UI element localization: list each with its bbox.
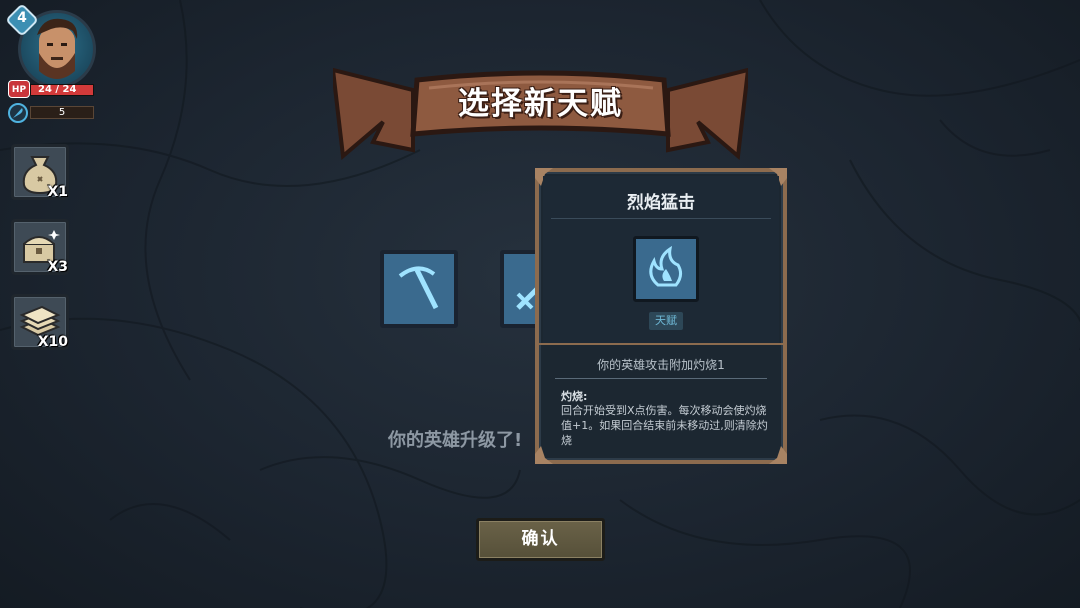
- talent-description: 你的英雄攻击附加灼烧1: [597, 358, 725, 372]
- inventory-slot-parchment[interactable]: X10: [11, 294, 69, 350]
- page-title: 选择新天赋: [458, 86, 623, 122]
- inventory-count: X10: [37, 334, 68, 350]
- hp-heart-icon: HP: [8, 80, 30, 98]
- confirm-button[interactable]: 确认: [476, 518, 605, 561]
- divider: [539, 343, 783, 345]
- divider: [551, 218, 771, 219]
- talent-type-tag: 天赋: [649, 312, 683, 330]
- keyword-title: 灼烧:: [561, 390, 588, 403]
- divider: [555, 378, 767, 379]
- talent-name: 烈焰猛击: [627, 193, 695, 213]
- hp-text: 24 / 24: [38, 84, 77, 95]
- inventory-count: X1: [47, 184, 68, 200]
- title-banner: 选择新天赋: [330, 60, 751, 170]
- talent-tooltip: 烈焰猛击 天赋 你的英雄攻击附加灼烧1 灼烧: 回合开始受到X点伤害。每次移动会…: [535, 168, 787, 464]
- levelup-message: 你的英雄升级了!: [388, 430, 523, 451]
- hero-portrait[interactable]: 4: [5, 3, 100, 88]
- level-number: 4: [17, 10, 27, 26]
- inventory-slot-loot-bag[interactable]: X1: [11, 144, 69, 200]
- tooltip-header: 烈焰猛击 天赋: [543, 176, 779, 344]
- talent-icon-frame: [633, 236, 699, 302]
- blue-flame-icon: [649, 245, 683, 287]
- hp-row: HP 24 / 24: [8, 80, 98, 98]
- keyword-description: 回合开始受到X点伤害。每次移动会使灼烧值+1。如果回合结束前未移动过,则清除灼烧: [561, 404, 768, 447]
- mana-value: 5: [58, 107, 66, 118]
- inventory-slot-chest[interactable]: X3: [11, 219, 69, 275]
- inventory-count: X3: [47, 259, 68, 275]
- feather-icon: [8, 103, 28, 123]
- mana-row: 5: [8, 103, 98, 123]
- pickaxe-icon: [398, 266, 439, 310]
- talent-option-pickaxe[interactable]: [380, 250, 458, 328]
